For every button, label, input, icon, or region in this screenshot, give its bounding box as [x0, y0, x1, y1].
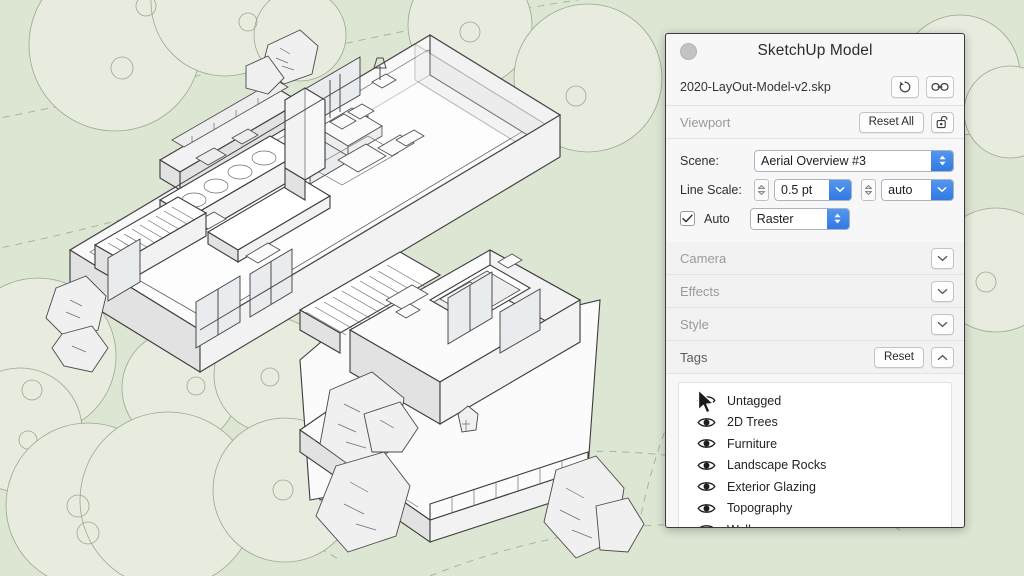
tags-reset-button[interactable]: Reset — [874, 347, 924, 368]
camera-expand-button[interactable] — [931, 248, 954, 269]
line-scale-value: 0.5 pt — [775, 180, 829, 200]
mouse-cursor — [697, 389, 717, 417]
scene-label: Scene: — [680, 154, 754, 168]
line-scale-auto-dropdown-arrow[interactable] — [931, 180, 953, 200]
style-section-label: Style — [680, 317, 924, 332]
tag-row[interactable]: Topography — [679, 498, 951, 520]
tag-row[interactable]: 2D Trees — [679, 412, 951, 434]
line-scale-label: Line Scale: — [680, 183, 754, 197]
reset-all-button[interactable]: Reset All — [859, 112, 924, 133]
scene-value: Aerial Overview #3 — [755, 151, 931, 171]
viewport-section-label: Viewport — [680, 115, 859, 130]
tag-row[interactable]: Exterior Glazing — [679, 476, 951, 498]
tag-label: Untagged — [727, 394, 781, 408]
tag-label: Walkway — [727, 523, 777, 528]
render-mode-dropdown-arrow[interactable] — [827, 209, 849, 229]
eye-hidden-icon[interactable] — [697, 523, 716, 528]
tag-row[interactable]: Landscape Rocks — [679, 455, 951, 477]
file-row: 2020-LayOut-Model-v2.skp — [666, 68, 964, 106]
unlocked-padlock-icon — [936, 115, 949, 129]
stepper-up-icon — [865, 185, 872, 189]
model-file-name: 2020-LayOut-Model-v2.skp — [680, 80, 884, 94]
eye-visible-icon[interactable] — [697, 416, 716, 429]
line-scale-auto-stepper[interactable] — [861, 179, 876, 201]
tags-section-header[interactable]: Tags Reset — [666, 341, 964, 374]
auto-label: Auto — [704, 212, 730, 226]
eye-visible-icon[interactable] — [697, 502, 716, 515]
chevron-down-icon — [937, 321, 948, 328]
camera-section-header[interactable]: Camera — [666, 242, 964, 275]
line-scale-stepper[interactable] — [754, 179, 769, 201]
chevron-up-icon — [937, 354, 948, 361]
tags-section-label: Tags — [680, 350, 874, 365]
tag-label: Exterior Glazing — [727, 480, 816, 494]
stepper-down-icon — [865, 191, 872, 195]
stepper-up-icon — [758, 185, 765, 189]
tag-row[interactable]: Furniture — [679, 433, 951, 455]
line-scale-row: Line Scale: 0.5 pt auto — [680, 175, 954, 204]
checkmark-icon — [682, 214, 693, 223]
tag-label: 2D Trees — [727, 415, 778, 429]
render-mode-row: Auto Raster — [680, 204, 954, 233]
tags-collapse-button[interactable] — [931, 347, 954, 368]
line-scale-auto-dropdown[interactable]: auto — [881, 179, 954, 201]
tag-label: Topography — [727, 501, 792, 515]
eye-visible-icon[interactable] — [697, 480, 716, 493]
eye-visible-icon[interactable] — [697, 459, 716, 472]
lock-button[interactable] — [931, 112, 954, 133]
viewport-section-header: Viewport Reset All — [666, 106, 964, 139]
chevron-down-icon — [835, 186, 845, 193]
sketchup-model-inspector-panel: SketchUp Model 2020-LayOut-Model-v2.skp … — [665, 33, 965, 528]
panel-titlebar: SketchUp Model — [666, 34, 964, 68]
scene-dropdown[interactable]: Aerial Overview #3 — [754, 150, 954, 172]
style-section-header[interactable]: Style — [666, 308, 964, 341]
stepper-down-icon — [758, 191, 765, 195]
effects-section-header[interactable]: Effects — [666, 275, 964, 308]
refresh-button[interactable] — [891, 76, 919, 98]
camera-section-label: Camera — [680, 251, 924, 266]
style-expand-button[interactable] — [931, 314, 954, 335]
chevron-down-icon — [937, 255, 948, 262]
chevron-updown-icon — [938, 154, 947, 167]
chevron-down-icon — [937, 186, 947, 193]
eye-visible-icon[interactable] — [697, 437, 716, 450]
refresh-icon — [898, 80, 912, 94]
effects-expand-button[interactable] — [931, 281, 954, 302]
render-mode-dropdown[interactable]: Raster — [750, 208, 850, 230]
scene-row: Scene: Aerial Overview #3 — [680, 146, 954, 175]
render-mode-value: Raster — [751, 209, 827, 229]
tag-row[interactable]: Untagged — [679, 390, 951, 412]
chevron-down-icon — [937, 288, 948, 295]
line-scale-dropdown-arrow[interactable] — [829, 180, 851, 200]
tag-row[interactable]: Walkway — [679, 519, 951, 528]
effects-section-label: Effects — [680, 284, 924, 299]
line-scale-dropdown[interactable]: 0.5 pt — [774, 179, 852, 201]
line-scale-auto-value: auto — [882, 180, 931, 200]
scene-dropdown-arrow[interactable] — [931, 151, 953, 171]
link-button[interactable] — [926, 76, 954, 98]
tag-label: Furniture — [727, 437, 777, 451]
link-icon — [931, 81, 949, 93]
chevron-updown-icon — [833, 212, 842, 225]
tags-list: Untagged 2D Trees Furniture — [678, 382, 952, 528]
window-dot-button[interactable] — [680, 43, 697, 60]
tag-label: Landscape Rocks — [727, 458, 826, 472]
viewport-controls: Scene: Aerial Overview #3 Line Scale: 0.… — [666, 139, 964, 242]
auto-checkbox[interactable] — [680, 211, 695, 226]
panel-title: SketchUp Model — [757, 42, 872, 60]
